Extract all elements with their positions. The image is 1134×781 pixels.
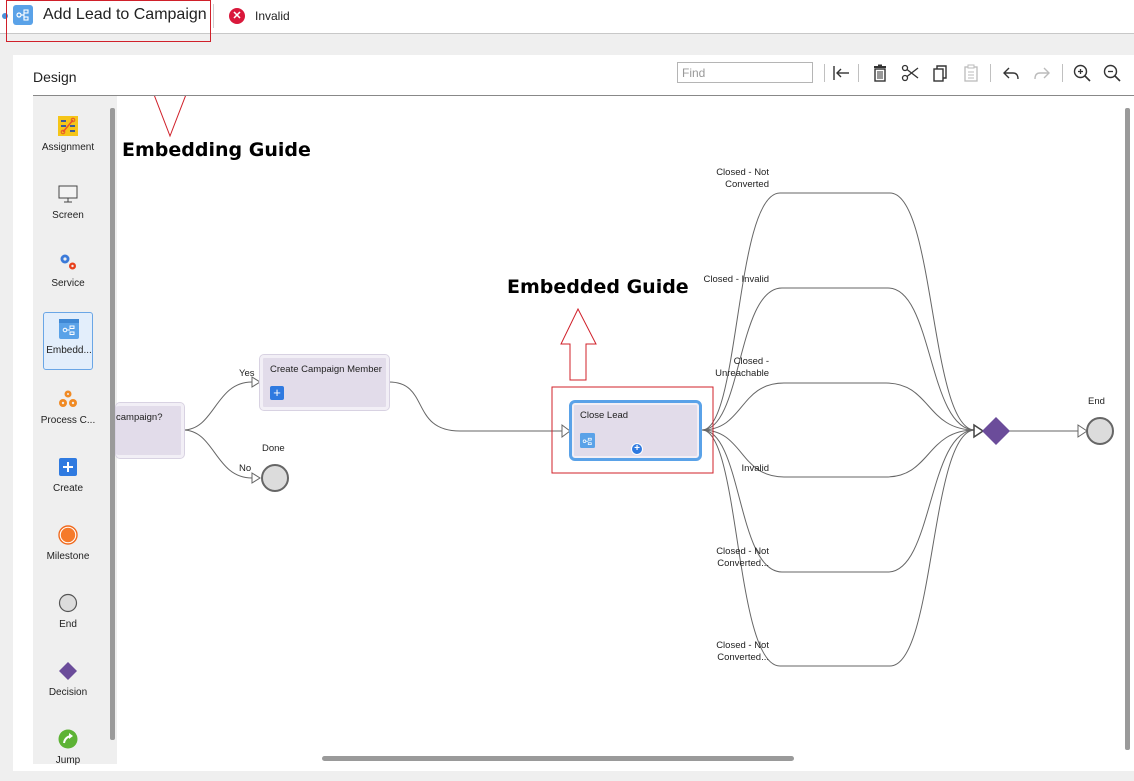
edge-label-no: No xyxy=(239,463,252,474)
annotation-arrow-down xyxy=(154,96,186,138)
paste-button[interactable] xyxy=(959,61,983,85)
branch-label: Closed - Unreachable xyxy=(715,356,769,379)
annotation-embedded-guide: Embedded Guide xyxy=(507,276,689,298)
embedded-flow-icon xyxy=(59,319,79,339)
arrow-head xyxy=(1077,424,1088,438)
close-lead-node[interactable]: Close Lead + xyxy=(569,400,702,461)
palette-item-process-call[interactable]: Process C... xyxy=(41,383,95,441)
merge-decision-node xyxy=(982,417,1010,445)
element-palette: Assignment Screen Service Embedd... Proc… xyxy=(33,96,117,766)
toolbar-divider xyxy=(824,64,825,82)
branch-label: Closed - Not Converted xyxy=(716,167,769,190)
plus-icon xyxy=(59,458,77,476)
palette-label: Assignment xyxy=(41,142,95,153)
branch-label: Closed - Invalid xyxy=(703,274,769,285)
branch-label: Closed - Not Converted... xyxy=(716,640,769,663)
palette-item-embedded[interactable]: Embedd... xyxy=(43,312,93,370)
canvas-horizontal-scrollbar[interactable] xyxy=(322,756,794,761)
embedded-flow-icon xyxy=(580,433,595,448)
end-node xyxy=(1086,417,1114,445)
palette-label: Jump xyxy=(55,755,81,766)
done-label: Done xyxy=(262,443,285,454)
palette-item-create[interactable]: Create xyxy=(43,451,93,509)
gears-icon xyxy=(60,254,76,270)
decision-node[interactable]: campaign? xyxy=(115,402,185,459)
collapse-left-button[interactable] xyxy=(829,61,853,85)
palette-label: Service xyxy=(51,278,85,289)
palette-label: Process C... xyxy=(40,415,96,426)
panel-title: Design xyxy=(33,69,77,85)
palette-item-assignment[interactable]: Assignment xyxy=(42,110,94,168)
edge-yes xyxy=(182,381,253,431)
arrow-to-left-icon xyxy=(833,66,849,80)
annotation-arrow-up xyxy=(560,307,597,381)
jump-arrow-icon xyxy=(58,729,78,749)
zoom-in-icon xyxy=(1073,64,1091,82)
plus-icon: + xyxy=(270,386,284,400)
add-step-button[interactable]: + xyxy=(631,443,643,455)
edge-label-yes: Yes xyxy=(239,368,255,379)
canvas-vertical-scrollbar[interactable] xyxy=(1125,108,1130,750)
palette-item-milestone[interactable]: Milestone xyxy=(43,519,93,577)
toolbar-divider xyxy=(858,64,859,82)
assignment-icon xyxy=(58,116,78,136)
palette-item-decision[interactable]: Decision xyxy=(43,655,93,713)
divider xyxy=(213,4,214,28)
node-title: Create Campaign Member xyxy=(270,364,382,375)
zoom-out-icon xyxy=(1103,64,1121,82)
branch-label: Closed - Not Converted... xyxy=(716,546,769,569)
toolbar-divider xyxy=(990,64,991,82)
palette-label: Screen xyxy=(52,210,84,221)
toolbar-divider xyxy=(1062,64,1063,82)
palette-scrollbar[interactable] xyxy=(110,108,115,740)
scissors-icon xyxy=(901,64,919,82)
palette-label: Embedd... xyxy=(46,345,92,356)
end-circle-icon xyxy=(58,593,78,613)
branch-label: Invalid xyxy=(741,463,769,474)
palette-label: Milestone xyxy=(46,551,90,562)
error-icon: ✕ xyxy=(229,8,245,24)
edge-to-close-lead xyxy=(388,381,562,432)
redo-icon xyxy=(1034,67,1050,80)
palette-label: Create xyxy=(52,483,83,494)
zoom-in-button[interactable] xyxy=(1070,61,1094,85)
copy-button[interactable] xyxy=(928,61,952,85)
find-input[interactable] xyxy=(677,62,813,83)
palette-label: Decision xyxy=(48,687,88,698)
zoom-out-button[interactable] xyxy=(1100,61,1124,85)
create-campaign-member-node[interactable]: Create Campaign Member + xyxy=(259,354,390,411)
copy-icon xyxy=(933,65,947,82)
flow-canvas: campaign? Create Campaign Member + Close… xyxy=(115,96,1127,756)
palette-label: End xyxy=(59,619,77,630)
trash-icon xyxy=(874,64,886,82)
node-title: Close Lead xyxy=(580,410,629,421)
palette-item-service[interactable]: Service xyxy=(43,246,93,304)
process-call-icon xyxy=(59,390,77,407)
redo-button[interactable] xyxy=(1030,61,1054,85)
done-end-node xyxy=(261,464,289,492)
undo-button[interactable] xyxy=(999,61,1023,85)
annotation-box-title xyxy=(6,0,211,42)
diamond-icon xyxy=(59,662,77,680)
status-text[interactable]: Invalid xyxy=(255,9,290,23)
delete-button[interactable] xyxy=(868,61,892,85)
end-label: End xyxy=(1088,396,1105,407)
node-title: campaign? xyxy=(116,412,163,423)
cut-button[interactable] xyxy=(898,61,922,85)
arrow-head xyxy=(973,423,985,439)
palette-item-screen[interactable]: Screen xyxy=(43,178,93,236)
milestone-icon xyxy=(58,525,78,545)
palette-item-jump[interactable]: Jump xyxy=(43,723,93,781)
undo-icon xyxy=(1003,67,1019,80)
clipboard-icon xyxy=(964,64,978,82)
branch-edges xyxy=(701,192,976,667)
monitor-icon xyxy=(58,185,78,203)
arrow-head xyxy=(251,472,261,484)
annotation-embedding-guide: Embedding Guide xyxy=(122,139,311,161)
palette-item-end[interactable]: End xyxy=(43,587,93,645)
